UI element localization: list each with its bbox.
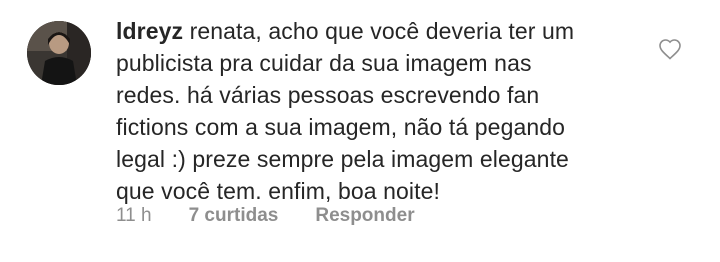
avatar[interactable]: [27, 21, 91, 85]
timestamp: 11 h: [116, 205, 152, 226]
username[interactable]: ldreyz: [116, 18, 183, 44]
comment-text: renata, acho que você deveria ter um pub…: [116, 18, 575, 204]
avatar-photo: [27, 21, 91, 85]
heart-outline-icon[interactable]: [658, 38, 682, 60]
comment: ldreyz renata, acho que você deveria ter…: [0, 0, 720, 262]
reply-button[interactable]: Responder: [315, 203, 414, 229]
comment-meta: 11 h 7 curtidas Responder: [116, 203, 415, 229]
comment-body: ldreyz renata, acho que você deveria ter…: [116, 15, 616, 207]
likes-count-link[interactable]: 7 curtidas: [189, 203, 279, 229]
